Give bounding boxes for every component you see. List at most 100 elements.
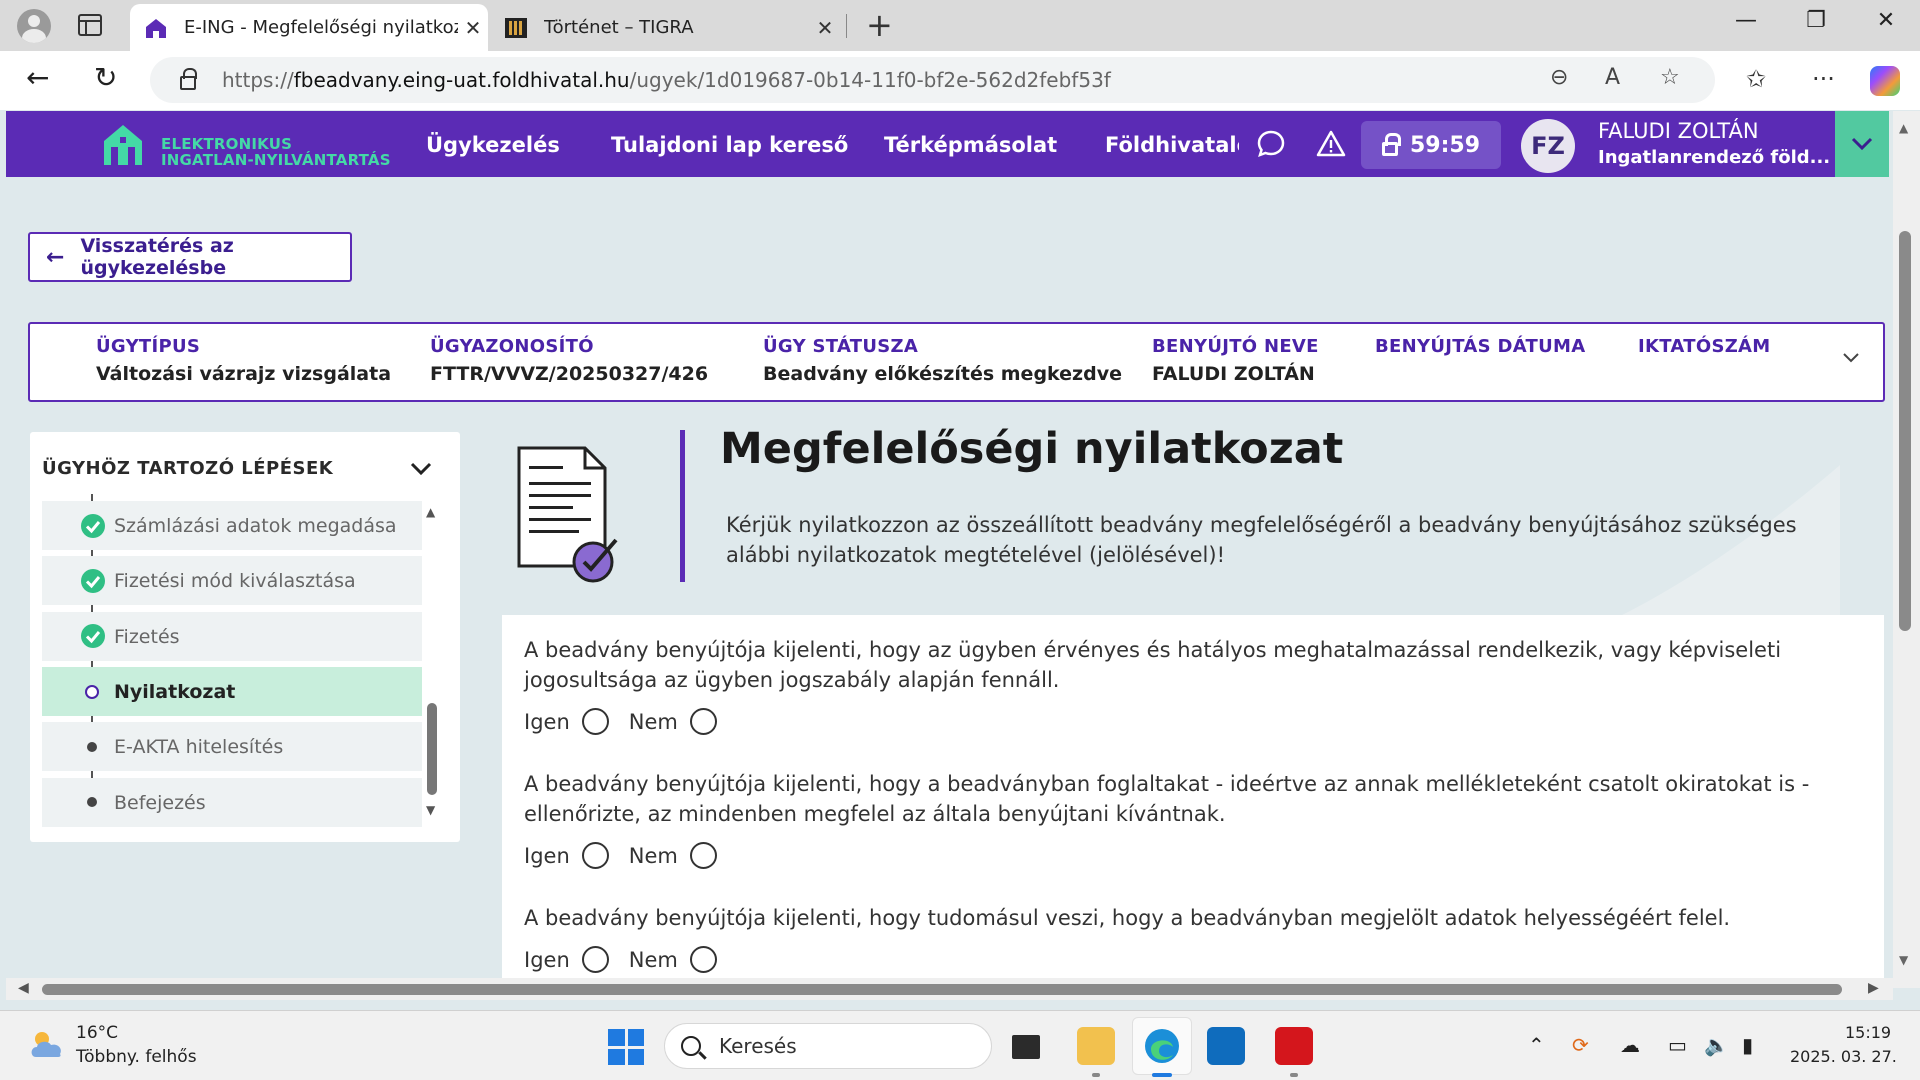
more-menu-icon[interactable]: ··· (1812, 65, 1835, 93)
declaration-1-options: Igen Nem (524, 708, 737, 735)
display-icon[interactable]: ▭ (1668, 1033, 1687, 1057)
session-timer: 59:59 (1361, 121, 1501, 169)
scroll-up-icon[interactable]: ▲ (1899, 121, 1908, 135)
clock-time[interactable]: 15:19 (1845, 1023, 1891, 1042)
pending-step-dot-icon (87, 742, 97, 752)
app-header: ELEKTRONIKUS INGATLAN-NYILVÁNTARTÁS Ügyk… (6, 111, 1841, 177)
user-avatar[interactable]: FZ (1521, 119, 1575, 173)
radio-no[interactable] (689, 708, 717, 735)
close-window-icon[interactable]: ✕ (1866, 8, 1906, 33)
active-indicator (1152, 1073, 1172, 1077)
radio-yes[interactable] (581, 708, 609, 735)
task-view-icon[interactable] (1012, 1035, 1040, 1059)
clock-date[interactable]: 2025. 03. 27. (1790, 1047, 1897, 1066)
weather-description[interactable]: Többny. felhős (76, 1047, 197, 1067)
show-hidden-icons-icon[interactable]: ⌃ (1528, 1033, 1545, 1057)
user-role[interactable]: Ingatlanrendező föld... (1598, 147, 1830, 168)
check-circle-icon (81, 569, 105, 593)
radio-no[interactable] (689, 842, 717, 869)
restore-icon[interactable]: ❐ (1796, 8, 1836, 33)
page-vertical-scrollbar[interactable]: ▲ ▼ (1893, 111, 1920, 988)
logo-text[interactable]: ELEKTRONIKUS INGATLAN-NYILVÁNTARTÁS (161, 136, 391, 168)
page-horizontal-scrollbar[interactable]: ◀ ▶ (6, 978, 1893, 1000)
submission-date: BENYÚJTÁS DÁTUMA (1375, 336, 1586, 357)
acrobat-icon[interactable] (1275, 1027, 1313, 1065)
tab-separator (846, 14, 847, 38)
user-name[interactable]: FALUDI ZOLTÁN (1598, 119, 1759, 143)
steps-scrollbar[interactable]: ▲ ▼ (426, 505, 440, 817)
edge-browser-icon[interactable] (1143, 1027, 1181, 1065)
scroll-down-icon[interactable]: ▼ (426, 803, 435, 817)
steps-title: ÜGYHÖZ TARTOZÓ LÉPÉSEK (42, 458, 334, 479)
radio-yes[interactable] (581, 946, 609, 973)
declaration-3-yes[interactable]: Igen (524, 946, 609, 973)
scrollbar-thumb[interactable] (427, 703, 437, 795)
declaration-1-no[interactable]: Nem (629, 708, 717, 735)
file-explorer-icon[interactable] (1077, 1027, 1115, 1065)
nav-foldhivatalok[interactable]: Földhivatalo (1105, 133, 1239, 157)
back-arrow-icon[interactable]: ← (26, 61, 49, 94)
tab-title: E-ING - Megfelelőségi nyilatkozat (184, 17, 458, 38)
radio-no[interactable] (689, 946, 717, 973)
tab-close-icon[interactable]: ✕ (810, 16, 840, 40)
scrollbar-thumb[interactable] (1899, 231, 1911, 631)
zoom-icon[interactable]: ⊖ (1550, 65, 1568, 90)
microsoft-store-icon[interactable] (1207, 1027, 1245, 1065)
copilot-icon[interactable] (1870, 66, 1900, 96)
house-logo-icon[interactable] (102, 123, 144, 167)
nav-tulajdoni-lap-kereso[interactable]: Tulajdoni lap kereső (611, 133, 848, 157)
step-completion[interactable]: Befejezés (42, 778, 422, 827)
declaration-3-no[interactable]: Nem (629, 946, 717, 973)
cloudy-weather-icon[interactable] (28, 1029, 66, 1059)
user-menu-toggle[interactable] (1835, 111, 1889, 177)
tab-tigra[interactable]: Történet – TIGRA ✕ (496, 4, 840, 51)
chevron-down-icon[interactable] (1842, 352, 1860, 364)
page-description: Kérjük nyilatkozzon az összeállított bea… (726, 513, 1797, 567)
warning-icon[interactable] (1316, 129, 1346, 159)
new-tab-icon[interactable]: + (866, 6, 893, 44)
reload-icon[interactable]: ↻ (94, 61, 117, 94)
volume-icon[interactable]: 🔈 (1704, 1033, 1729, 1057)
search-icon (681, 1036, 701, 1056)
chevron-down-icon[interactable] (410, 462, 432, 476)
profile-avatar-icon[interactable] (17, 9, 51, 43)
tab-actions-icon[interactable] (78, 14, 102, 36)
minimize-icon[interactable]: — (1726, 8, 1766, 33)
check-circle-icon (81, 624, 105, 648)
chat-bubble-icon[interactable] (1256, 129, 1286, 159)
scroll-down-icon[interactable]: ▼ (1899, 953, 1908, 967)
read-aloud-icon[interactable]: A (1605, 65, 1620, 90)
tab-e-ing[interactable]: E-ING - Megfelelőségi nyilatkozat ✕ (130, 4, 488, 51)
declaration-text: A beadvány benyújtója kijelenti, hogy az… (524, 638, 1782, 692)
lock-icon (180, 68, 197, 90)
back-to-case-management-button[interactable]: ← Visszatérés az ügykezelésbe (28, 232, 352, 282)
scrollbar-thumb[interactable] (42, 984, 1842, 995)
running-indicator (1092, 1073, 1100, 1077)
step-e-akta-authentication[interactable]: E-AKTA hitelesítés (42, 722, 422, 771)
favorites-icon[interactable]: ✩ (1746, 65, 1766, 93)
favorite-star-icon[interactable]: ☆ (1660, 65, 1680, 90)
title-accent-bar (680, 430, 685, 582)
case-id: ÜGYAZONOSÍTÓ FTTR/VVVZ/20250327/426 (430, 336, 709, 385)
declaration-2-no[interactable]: Nem (629, 842, 717, 869)
declaration-2-yes[interactable]: Igen (524, 842, 609, 869)
case-status: ÜGY STÁTUSZA Beadvány előkészítés megkez… (763, 336, 1122, 385)
weather-temperature[interactable]: 16°C (76, 1023, 118, 1043)
sync-icon[interactable]: ⟳ (1572, 1033, 1589, 1057)
windows-start-icon[interactable] (608, 1029, 644, 1065)
nav-terkepmasolat[interactable]: Térképmásolat (884, 133, 1057, 157)
declaration-1-yes[interactable]: Igen (524, 708, 609, 735)
taskbar-search[interactable]: Keresés (664, 1023, 992, 1069)
step-declaration[interactable]: Nyilatkozat (42, 667, 422, 716)
nav-ugykezeles[interactable]: Ügykezelés (426, 133, 560, 157)
radio-yes[interactable] (581, 842, 609, 869)
declaration-text: A beadvány benyújtója kijelenti, hogy a … (524, 772, 1810, 826)
scroll-right-icon[interactable]: ▶ (1868, 980, 1879, 996)
declaration-3-options: Igen Nem (524, 946, 737, 973)
scroll-left-icon[interactable]: ◀ (18, 980, 29, 996)
tab-close-icon[interactable]: ✕ (458, 16, 488, 40)
cloud-offline-icon[interactable]: ☁ (1620, 1033, 1640, 1057)
scroll-up-icon[interactable]: ▲ (426, 505, 435, 519)
url-field[interactable]: https://fbeadvany.eing-uat.foldhivatal.h… (150, 57, 1715, 103)
battery-icon[interactable]: ▮ (1742, 1033, 1753, 1057)
